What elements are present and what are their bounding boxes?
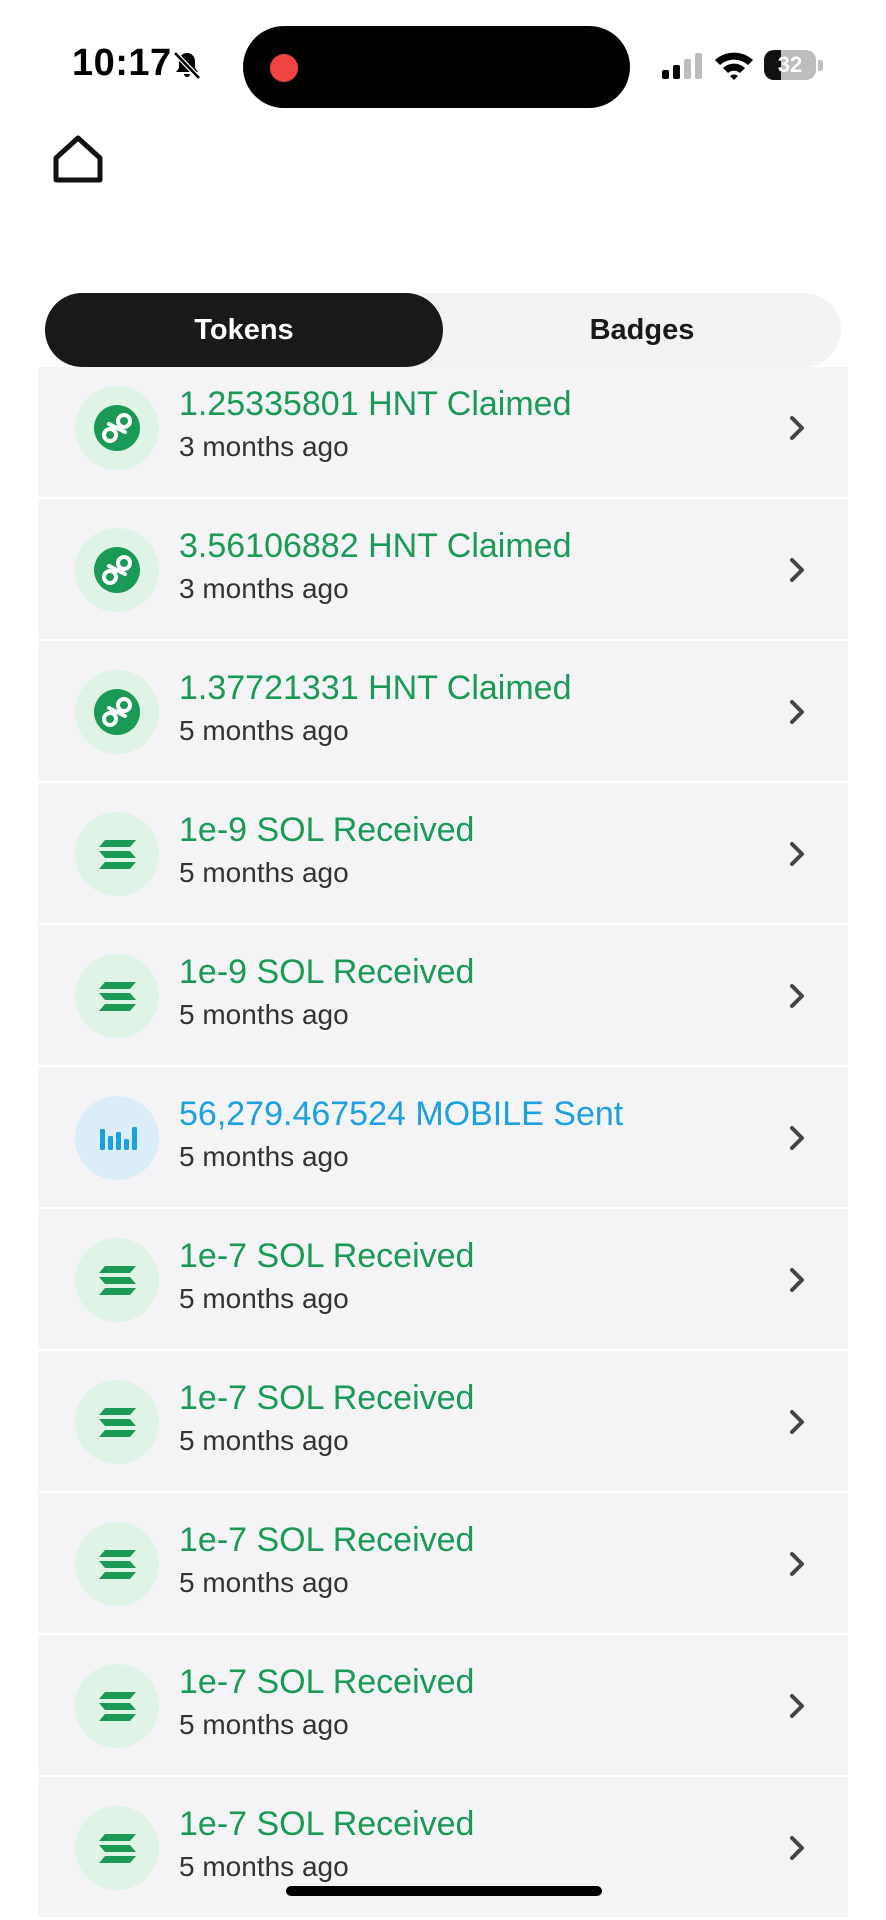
chevron-right-icon — [790, 416, 804, 440]
battery-body: 32 — [764, 50, 816, 80]
transaction-title: 1e-9 SOL Received — [179, 811, 475, 849]
battery-icon: 32 — [764, 50, 824, 82]
transaction-title: 1e-7 SOL Received — [179, 1379, 475, 1417]
transaction-row[interactable]: 1e-7 SOL Received 5 months ago — [38, 1635, 848, 1777]
transaction-title: 1.25335801 HNT Claimed — [179, 385, 572, 423]
transaction-time: 5 months ago — [179, 1425, 349, 1456]
transaction-time: 5 months ago — [179, 857, 349, 888]
helium-icon — [75, 528, 159, 612]
transaction-row[interactable]: 1e-7 SOL Received 5 months ago — [38, 1351, 848, 1493]
transaction-row[interactable]: 56,279.467524 MOBILE Sent 5 months ago — [38, 1067, 848, 1209]
mobile-token-icon — [75, 1096, 159, 1180]
chevron-right-icon — [790, 558, 804, 582]
home-indicator — [286, 1886, 602, 1896]
chevron-right-icon — [790, 1126, 804, 1150]
tab-switcher: Tokens Badges — [45, 293, 841, 367]
transaction-row[interactable]: 1.25335801 HNT Claimed 3 months ago — [38, 367, 848, 499]
solana-icon — [75, 954, 159, 1038]
solana-icon — [75, 1664, 159, 1748]
transaction-time: 5 months ago — [179, 1709, 349, 1740]
transaction-time: 5 months ago — [179, 1851, 349, 1882]
transaction-time: 5 months ago — [179, 1567, 349, 1598]
chevron-right-icon — [790, 1410, 804, 1434]
transaction-time: 5 months ago — [179, 999, 349, 1030]
chevron-right-icon — [790, 700, 804, 724]
transaction-row[interactable]: 1e-9 SOL Received 5 months ago — [38, 783, 848, 925]
transaction-row[interactable]: 1e-9 SOL Received 5 months ago — [38, 925, 848, 1067]
transaction-row[interactable]: 1.37721331 HNT Claimed 5 months ago — [38, 641, 848, 783]
chevron-right-icon — [790, 1268, 804, 1292]
transaction-time: 3 months ago — [179, 573, 349, 604]
transaction-title: 1e-7 SOL Received — [179, 1521, 475, 1559]
chevron-right-icon — [790, 1836, 804, 1860]
transaction-title: 3.56106882 HNT Claimed — [179, 527, 572, 565]
transaction-title: 56,279.467524 MOBILE Sent — [179, 1095, 624, 1133]
solana-icon — [75, 1238, 159, 1322]
solana-icon — [75, 1380, 159, 1464]
tab-tokens[interactable]: Tokens — [45, 293, 443, 367]
transaction-title: 1e-7 SOL Received — [179, 1237, 475, 1275]
transaction-row[interactable]: 1e-7 SOL Received 5 months ago — [38, 1209, 848, 1351]
status-time: 10:17 — [72, 42, 172, 84]
transaction-title: 1e-7 SOL Received — [179, 1663, 475, 1701]
transaction-title: 1e-7 SOL Received — [179, 1805, 475, 1843]
signal-icon — [662, 53, 702, 79]
transaction-row[interactable]: 1e-7 SOL Received 5 months ago — [38, 1493, 848, 1635]
transaction-row[interactable]: 3.56106882 HNT Claimed 3 months ago — [38, 499, 848, 641]
transaction-row[interactable]: 1e-7 SOL Received 5 months ago — [38, 1777, 848, 1919]
transaction-title: 1.37721331 HNT Claimed — [179, 669, 572, 707]
home-icon[interactable] — [48, 130, 108, 190]
transaction-list: 1.25335801 HNT Claimed 3 months ago 3.5610… — [38, 367, 848, 1920]
transaction-time: 5 months ago — [179, 1141, 349, 1172]
solana-icon — [75, 812, 159, 896]
chevron-right-icon — [790, 984, 804, 1008]
wifi-icon — [715, 52, 753, 80]
dynamic-island — [243, 26, 630, 108]
chevron-right-icon — [790, 1552, 804, 1576]
helium-icon — [75, 670, 159, 754]
transaction-title: 1e-9 SOL Received — [179, 953, 475, 991]
battery-percentage: 32 — [777, 52, 803, 77]
solana-icon — [75, 1806, 159, 1890]
battery-tip — [818, 60, 823, 71]
transaction-time: 5 months ago — [179, 715, 349, 746]
recording-indicator — [270, 54, 298, 82]
transaction-time: 5 months ago — [179, 1283, 349, 1314]
solana-icon — [75, 1522, 159, 1606]
chevron-right-icon — [790, 842, 804, 866]
transaction-time: 3 months ago — [179, 431, 349, 462]
tab-badges[interactable]: Badges — [443, 293, 841, 367]
helium-icon — [75, 386, 159, 470]
status-bar: 10:17 32 — [0, 0, 886, 130]
bell-slash-icon — [173, 51, 201, 80]
chevron-right-icon — [790, 1694, 804, 1718]
